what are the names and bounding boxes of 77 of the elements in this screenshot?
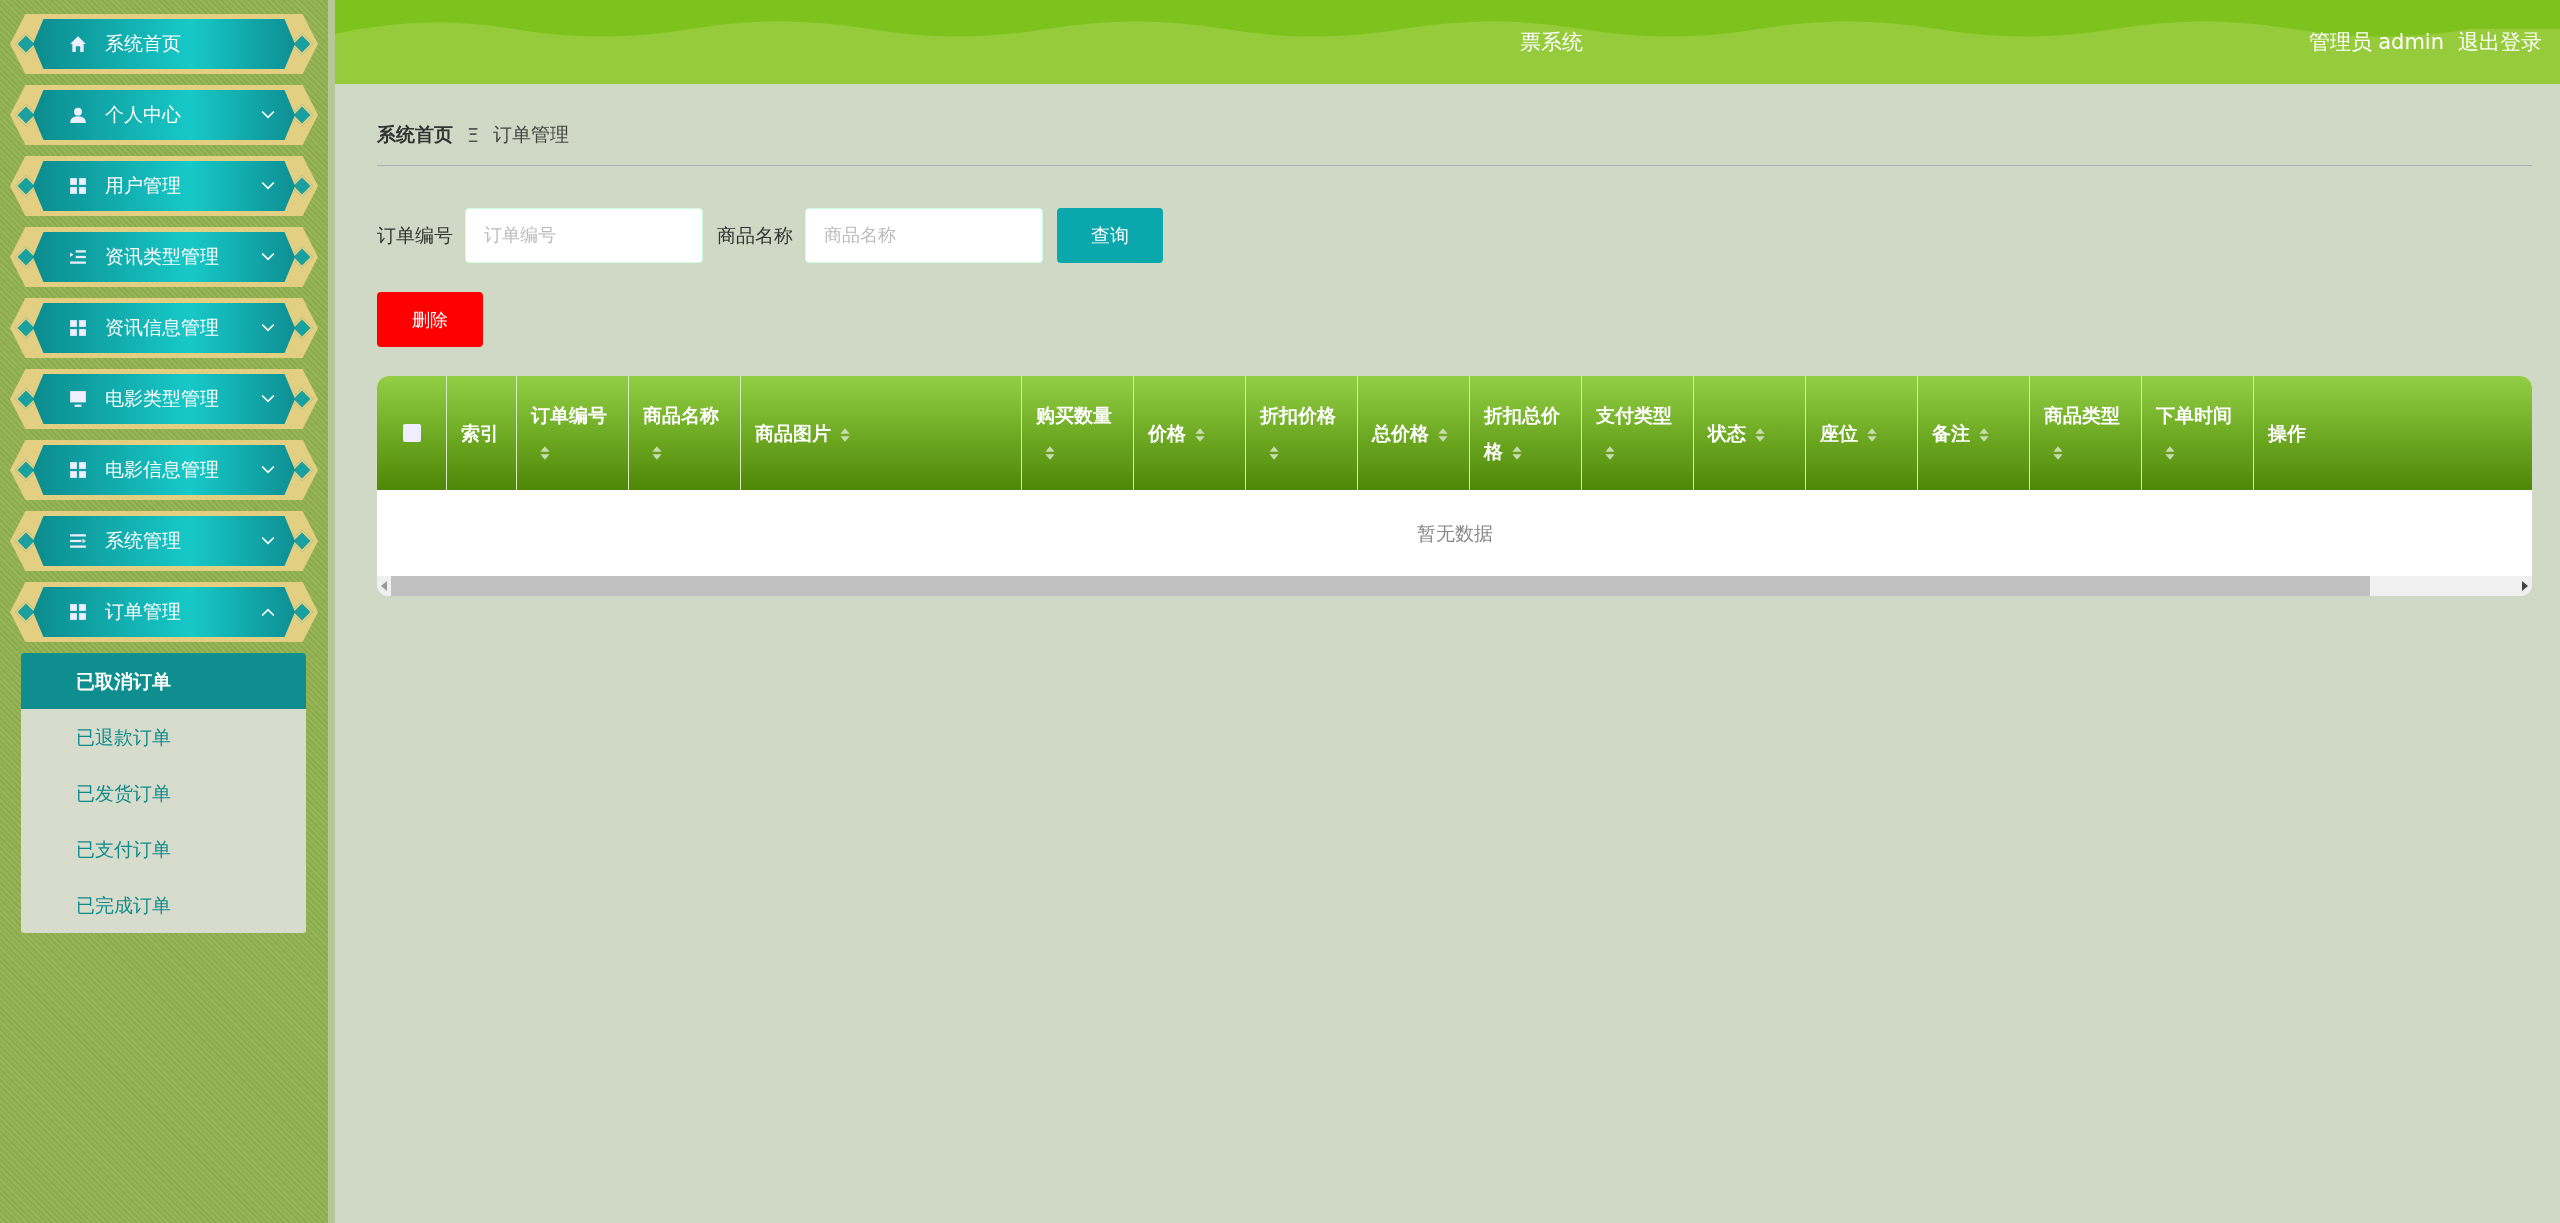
list-icon <box>69 532 87 550</box>
column-header[interactable]: 支付类型 <box>1596 397 1679 469</box>
menu-label: 资讯信息管理 <box>105 315 220 340</box>
monitor-icon <box>69 390 87 408</box>
sidebar-menu-item[interactable]: 用户管理 <box>33 161 295 211</box>
column-header[interactable]: 折扣总价格 <box>1484 397 1567 469</box>
column-header[interactable]: 下单时间 <box>2156 397 2239 469</box>
grid-icon <box>69 461 87 479</box>
search-field[interactable]: 商品名称 <box>805 208 1043 263</box>
column-header[interactable]: 订单编号 <box>531 397 614 469</box>
column-header[interactable]: 总价格 <box>1372 415 1449 451</box>
menu-label: 电影类型管理 <box>105 386 220 411</box>
logout-link[interactable]: 退出登录 <box>2458 28 2542 56</box>
sidebar-menu-item[interactable]: 订单管理 <box>33 587 295 637</box>
grid-icon <box>69 319 87 337</box>
sort-icon[interactable] <box>651 444 663 461</box>
menu-label: 订单管理 <box>105 599 182 624</box>
home-icon <box>69 35 87 53</box>
indent-list-icon <box>69 248 87 266</box>
sidebar-menu-item[interactable]: 系统管理 <box>33 516 295 566</box>
sidebar-menu-item[interactable]: 电影信息管理 <box>33 445 295 495</box>
column-header[interactable]: 购买数量 <box>1036 397 1119 469</box>
grid-icon <box>69 177 87 195</box>
sidebar-menu-item[interactable]: 电影类型管理 <box>33 374 295 424</box>
submenu-item[interactable]: 已退款订单 <box>21 709 306 765</box>
sort-icon[interactable] <box>1268 444 1280 461</box>
search-field[interactable]: 订单编号 <box>465 208 703 263</box>
breadcrumb-home[interactable]: 系统首页 <box>377 122 453 148</box>
sort-icon[interactable] <box>1437 426 1449 443</box>
column-header[interactable]: 折扣价格 <box>1260 397 1343 469</box>
column-header[interactable]: 座位 <box>1820 415 1878 451</box>
column-header[interactable]: 商品类型 <box>2044 397 2127 469</box>
column-header[interactable]: 商品图片 <box>755 415 851 451</box>
user-icon <box>69 106 87 124</box>
horizontal-scrollbar[interactable] <box>377 576 2532 596</box>
search-button[interactable]: 查询 <box>1057 208 1163 263</box>
sidebar-menu-item[interactable]: 个人中心 <box>33 90 295 140</box>
sort-icon[interactable] <box>2052 444 2064 461</box>
sidebar-menu-item[interactable]: 资讯信息管理 <box>33 303 295 353</box>
sort-icon[interactable] <box>539 444 551 461</box>
submenu-item[interactable]: 已完成订单 <box>21 877 306 933</box>
menu-label: 资讯类型管理 <box>105 244 220 269</box>
sidebar-menu-item[interactable]: 资讯类型管理 <box>33 232 295 282</box>
submenu-item[interactable]: 已发货订单 <box>21 765 306 821</box>
breadcrumb-separator: Ξ <box>467 124 479 146</box>
system-title: 票系统 <box>1520 29 1583 56</box>
select-all-checkbox[interactable] <box>402 424 421 442</box>
sort-icon[interactable] <box>1511 444 1523 461</box>
column-header[interactable]: 操作 <box>2268 415 2306 451</box>
column-header[interactable]: 备注 <box>1932 415 1990 451</box>
field-label: 订单编号 <box>377 222 453 248</box>
menu-label: 个人中心 <box>105 102 182 127</box>
breadcrumb-current: 订单管理 <box>493 122 569 147</box>
sort-icon[interactable] <box>1044 444 1056 461</box>
menu-label: 用户管理 <box>105 173 182 198</box>
sort-icon[interactable] <box>1194 426 1206 443</box>
submenu-item[interactable]: 已取消订单 <box>21 653 306 709</box>
field-label: 商品名称 <box>717 222 793 248</box>
sort-icon[interactable] <box>839 426 851 443</box>
sort-icon[interactable] <box>1978 426 1990 443</box>
column-header[interactable]: 商品名称 <box>643 397 726 469</box>
column-header[interactable]: 价格 <box>1148 415 1206 451</box>
column-header[interactable]: 索引 <box>461 415 499 451</box>
admin-label: 管理员 admin <box>2308 29 2444 56</box>
sidebar-menu-item[interactable]: 系统首页 <box>33 19 295 69</box>
grid-icon <box>69 603 87 621</box>
empty-text: 暂无数据 <box>1415 521 1494 546</box>
menu-label: 系统管理 <box>105 528 182 553</box>
submenu-item[interactable]: 已支付订单 <box>21 821 306 877</box>
menu-label: 电影信息管理 <box>105 457 220 482</box>
sort-icon[interactable] <box>1754 426 1766 443</box>
menu-label: 系统首页 <box>105 31 182 56</box>
sort-icon[interactable] <box>1866 426 1878 443</box>
column-header[interactable]: 状态 <box>1708 415 1766 451</box>
sort-icon[interactable] <box>1604 444 1616 461</box>
delete-button[interactable]: 删除 <box>377 292 483 347</box>
sort-icon[interactable] <box>2164 444 2176 461</box>
